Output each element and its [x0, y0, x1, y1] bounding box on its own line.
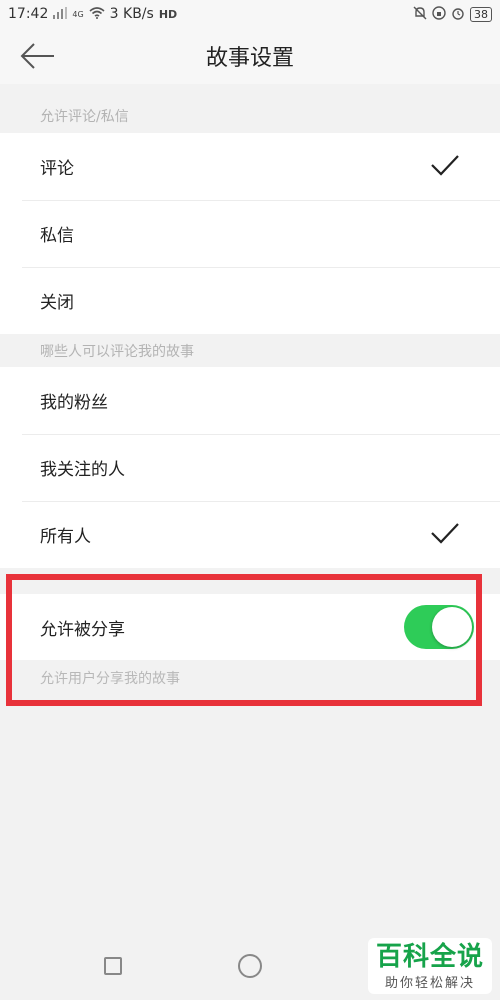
hd-icon: HD [158, 7, 178, 21]
option-private-message[interactable]: 私信 [0, 200, 500, 267]
option-label: 我的粉丝 [40, 393, 108, 413]
page-title: 故事设置 [205, 46, 294, 71]
signal-icon [53, 6, 68, 22]
option-people-i-follow[interactable]: 我关注的人 [0, 434, 500, 501]
option-label: 所有人 [40, 527, 91, 547]
option-label: 评论 [40, 159, 74, 179]
recent-apps-button[interactable] [104, 957, 122, 975]
who-can-comment-group: 我的粉丝 我关注的人 所有人 [0, 367, 500, 568]
option-label: 关闭 [40, 293, 74, 313]
battery-icon: 38 [470, 6, 492, 22]
back-arrow-icon [20, 43, 54, 69]
watermark-sub: 助你轻松解决 [384, 975, 475, 991]
status-bar: 17:42 4G 3 KB/s HD 38 [0, 0, 500, 28]
option-my-fans[interactable]: 我的粉丝 [0, 367, 500, 434]
check-icon [431, 523, 459, 544]
option-label: 私信 [40, 226, 74, 246]
top-bar: 故事设置 [0, 28, 500, 84]
bell-off-icon [413, 6, 427, 23]
watermark-main: 百科全说 [375, 941, 484, 972]
highlight-box [6, 574, 482, 706]
back-button[interactable] [18, 40, 58, 72]
alarm-icon [451, 6, 465, 23]
watermark-logo: 百科全说 助你轻松解决 [368, 938, 492, 994]
vpn-icon [432, 5, 446, 23]
comment-options-group: 评论 私信 关闭 [0, 133, 500, 334]
status-time: 17:42 [8, 6, 49, 22]
option-comment[interactable]: 评论 [0, 133, 500, 200]
signal-type: 4G [72, 9, 84, 19]
option-close[interactable]: 关闭 [0, 267, 500, 334]
check-icon [431, 155, 459, 176]
wifi-icon [89, 6, 105, 22]
home-button[interactable] [238, 954, 262, 978]
option-everyone[interactable]: 所有人 [0, 501, 500, 568]
option-label: 我关注的人 [40, 460, 125, 480]
section-label-who-can-comment: 哪些人可以评论我的故事 [0, 334, 500, 368]
network-speed: 3 KB/s [109, 6, 154, 22]
section-label-comments: 允许评论/私信 [0, 99, 500, 133]
